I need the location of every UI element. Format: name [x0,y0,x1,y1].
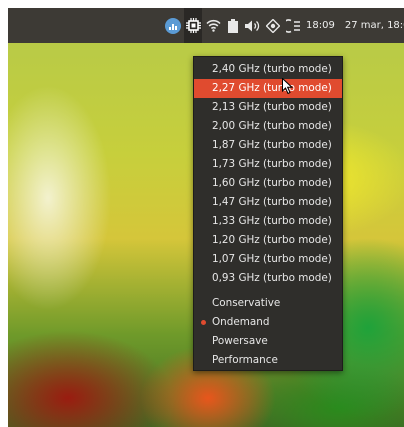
menu-item-governor-powersave[interactable]: Powersave [194,332,342,351]
top-panel: 18:09 27 mar, 18:0 [8,8,404,43]
menu-item-freq-227[interactable]: 2,27 GHz (turbo mode) [194,79,342,98]
menu-item-freq-213[interactable]: 2,13 GHz (turbo mode) [194,98,342,117]
cpu-frequency-menu: 2,40 GHz (turbo mode) 2,27 GHz (turbo mo… [193,56,343,371]
clock-date[interactable]: 27 mar, 18:0 [345,20,404,31]
menu-item-governor-performance[interactable]: Performance [194,351,342,370]
wifi-icon[interactable] [204,8,222,43]
menu-item-freq-200[interactable]: 2,00 GHz (turbo mode) [194,117,342,136]
location-icon[interactable] [264,8,282,43]
menu-item-freq-107[interactable]: 1,07 GHz (turbo mode) [194,250,342,269]
power-icon[interactable] [284,8,302,43]
menu-item-freq-093[interactable]: 0,93 GHz (turbo mode) [194,269,342,288]
mouse-pointer-icon [282,78,293,94]
network-icon[interactable] [164,8,182,43]
menu-item-freq-160[interactable]: 1,60 GHz (turbo mode) [194,174,342,193]
desktop-wallpaper: 18:09 27 mar, 18:0 2,40 GHz (turbo mode)… [8,8,404,427]
menu-item-freq-120[interactable]: 1,20 GHz (turbo mode) [194,231,342,250]
governor-label: Ondemand [212,316,270,328]
system-tray: 18:09 27 mar, 18:0 [164,8,404,43]
menu-item-freq-147[interactable]: 1,47 GHz (turbo mode) [194,193,342,212]
menu-item-governor-conservative[interactable]: Conservative [194,294,342,313]
menu-item-freq-173[interactable]: 1,73 GHz (turbo mode) [194,155,342,174]
battery-icon[interactable] [224,8,242,43]
selected-radio-dot-icon [201,320,206,325]
menu-item-freq-187[interactable]: 1,87 GHz (turbo mode) [194,136,342,155]
cpu-frequency-icon[interactable] [184,8,202,43]
menu-item-governor-ondemand[interactable]: Ondemand [194,313,342,332]
menu-item-freq-240[interactable]: 2,40 GHz (turbo mode) [194,60,342,79]
clock-time[interactable]: 18:09 [306,20,335,31]
menu-item-freq-133[interactable]: 1,33 GHz (turbo mode) [194,212,342,231]
volume-icon[interactable] [244,8,262,43]
